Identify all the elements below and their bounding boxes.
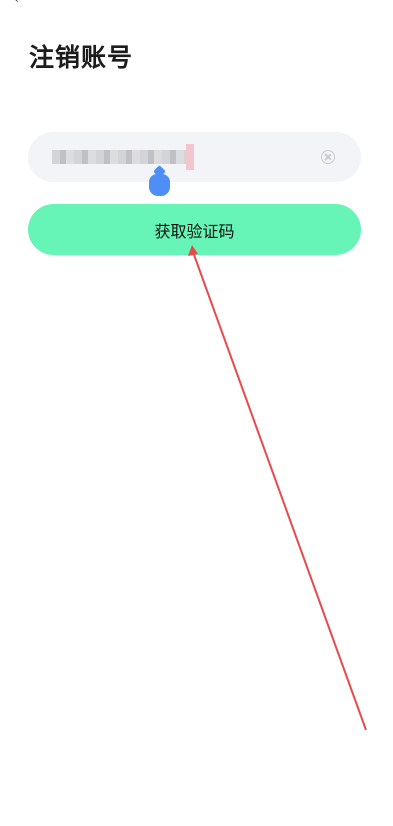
back-icon[interactable]: ‹ [14, 0, 28, 6]
annotation-overlay [188, 245, 367, 731]
text-selection-handle[interactable] [149, 174, 170, 196]
get-verification-code-button[interactable]: 获取验证码 [28, 204, 361, 255]
clear-icon[interactable] [321, 150, 335, 164]
phone-input[interactable] [28, 132, 361, 182]
text-cursor-highlight [186, 144, 194, 170]
cancel-account-page: ‹ 注销账号 获取验证码 [0, 0, 393, 826]
masked-phone-value [52, 150, 186, 164]
page-title: 注销账号 [29, 43, 134, 72]
annotation-arrow-line [192, 251, 367, 731]
